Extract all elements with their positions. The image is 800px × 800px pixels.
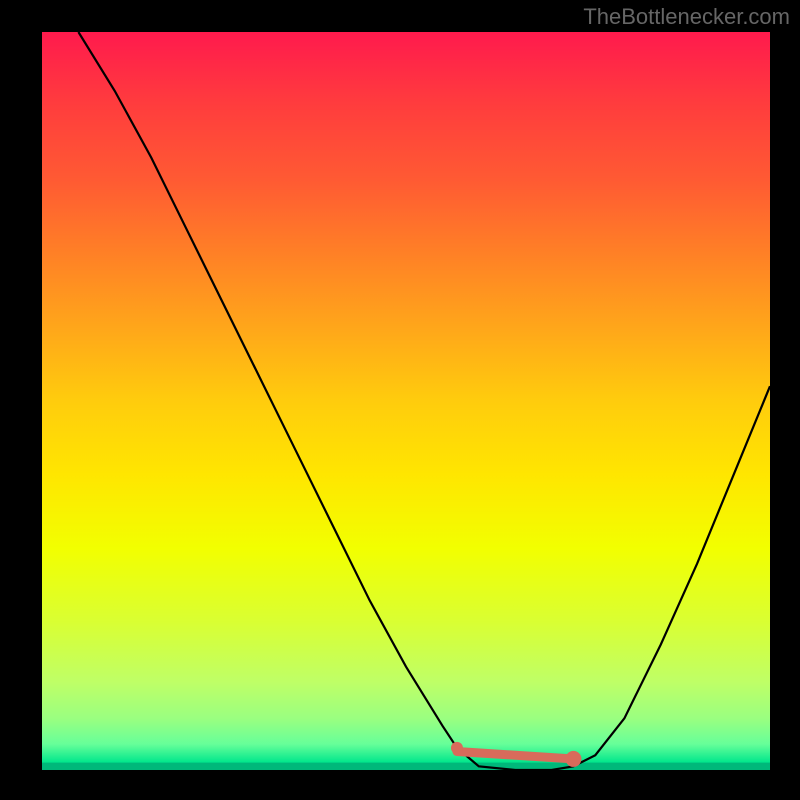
chart-svg [42, 32, 770, 770]
bottom-band [42, 763, 770, 770]
watermark-text: TheBottlenecker.com [583, 4, 790, 30]
bottleneck-curve [78, 32, 770, 770]
optimal-marker-0 [451, 742, 463, 754]
chart-plot-area [42, 32, 770, 770]
optimal-range-bar [457, 752, 573, 759]
optimal-marker-1 [565, 751, 581, 767]
